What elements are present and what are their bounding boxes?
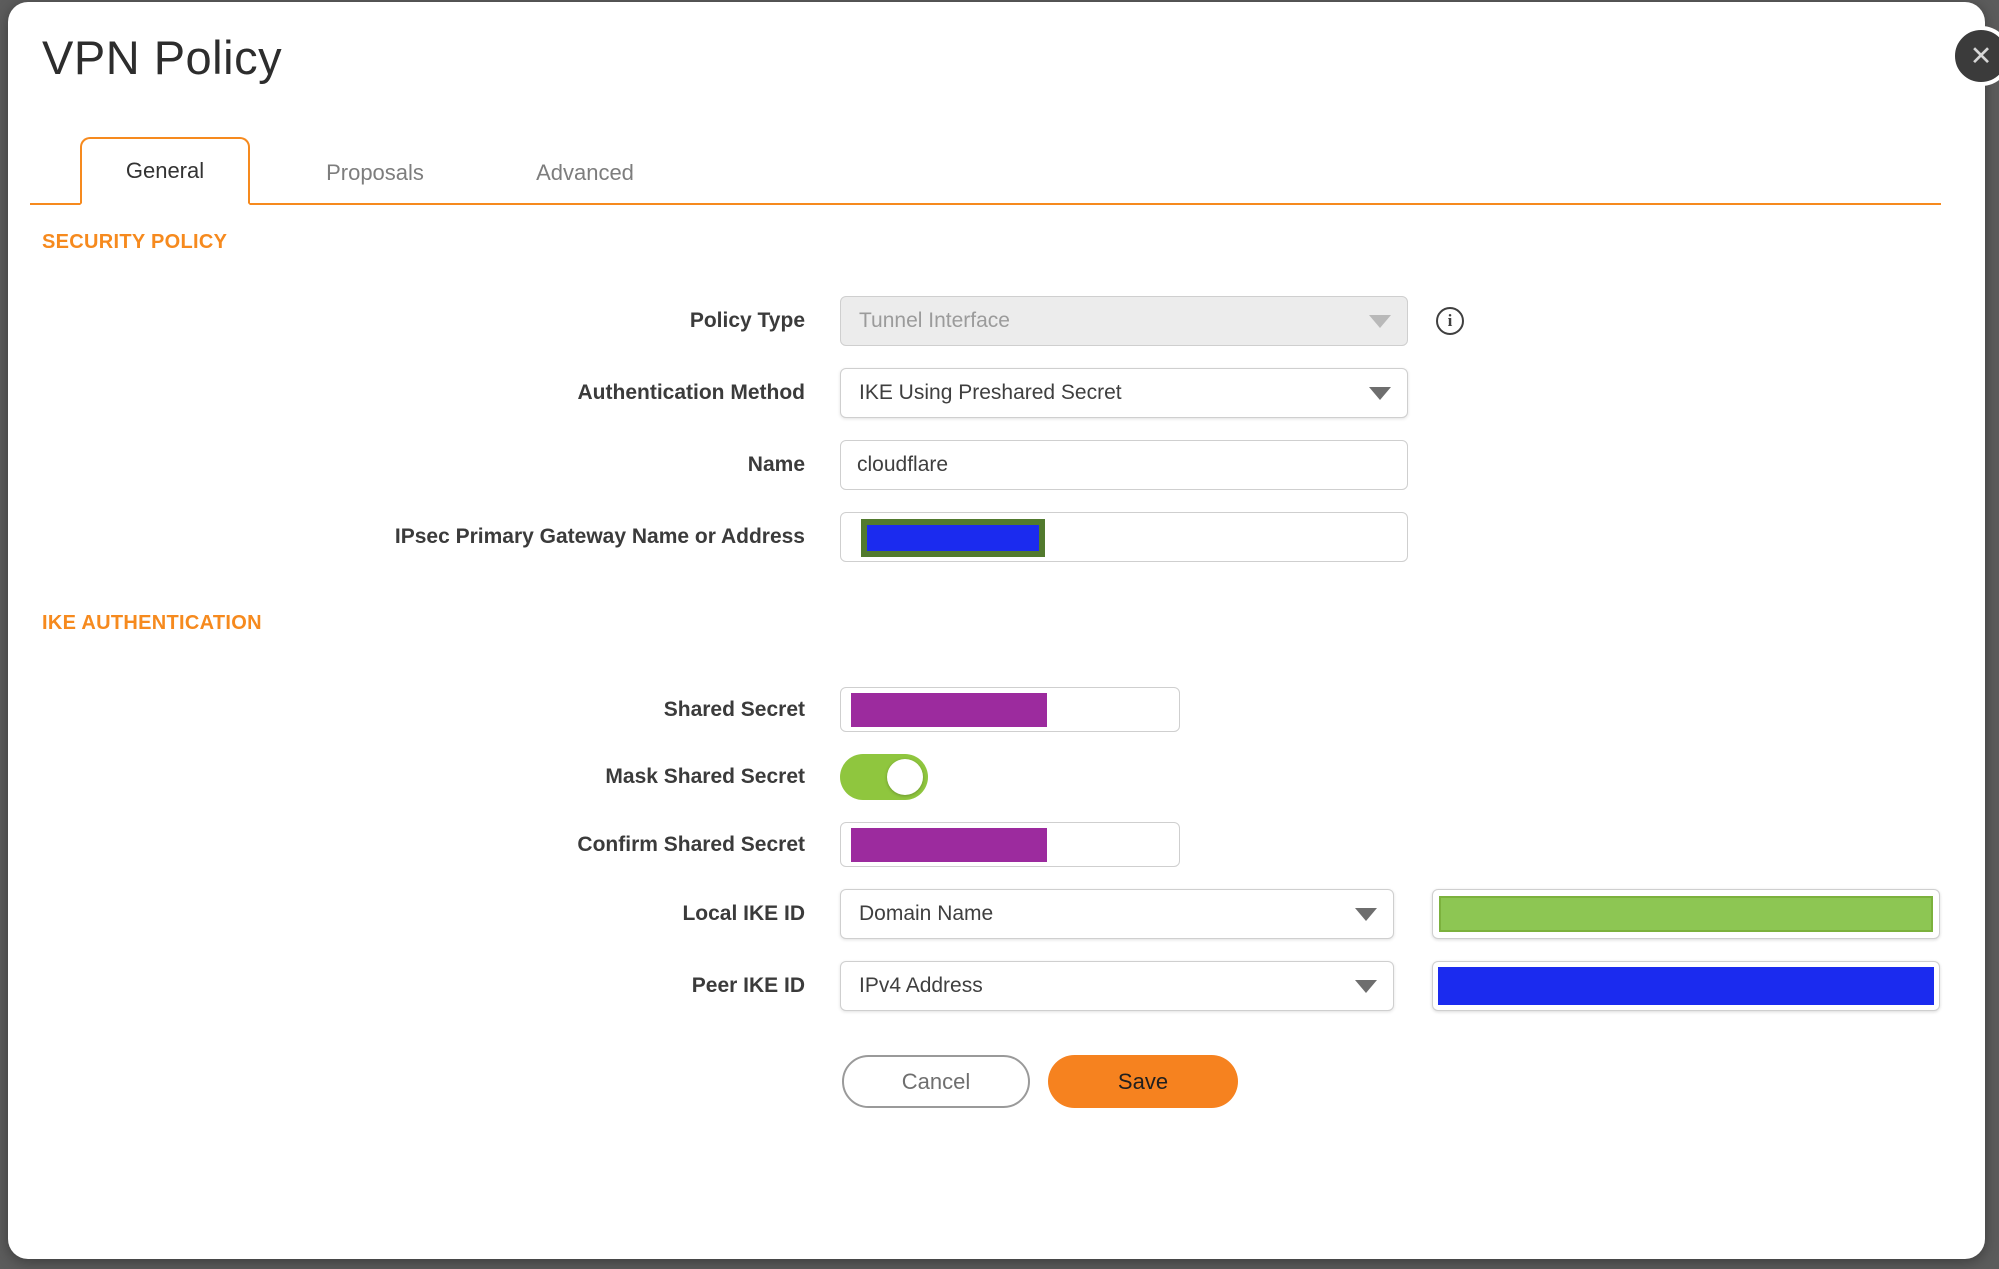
peer-ike-id-row: Peer IKE ID IPv4 Address [8, 961, 1985, 1011]
gateway-control [840, 512, 1408, 562]
tab-proposals[interactable]: Proposals [290, 141, 460, 205]
peer-ike-id-control: IPv4 Address [840, 961, 1940, 1011]
gateway-redacted-value [861, 519, 1045, 557]
cancel-button[interactable]: Cancel [842, 1055, 1030, 1108]
caret-down-icon [1369, 315, 1391, 328]
peer-ike-id-redacted-value [1438, 967, 1934, 1005]
save-button[interactable]: Save [1048, 1055, 1238, 1108]
peer-ike-id-label: Peer IKE ID [691, 974, 805, 997]
shared-secret-label: Shared Secret [663, 697, 805, 721]
auth-method-control: IKE Using Preshared Secret [840, 368, 1408, 418]
local-ike-id-row: Local IKE ID Domain Name [8, 889, 1985, 939]
tab-bar: General Proposals Advanced [30, 135, 1941, 205]
shared-secret-row: Shared Secret [8, 687, 1985, 732]
local-ike-id-type-select[interactable]: Domain Name [840, 889, 1394, 939]
name-label: Name [747, 453, 805, 476]
dialog-actions: Cancel Save [842, 1055, 1985, 1108]
auth-method-select[interactable]: IKE Using Preshared Secret [840, 368, 1408, 418]
security-policy-heading: SECURITY POLICY [42, 231, 228, 253]
policy-type-label: Policy Type [689, 309, 805, 332]
close-icon: ✕ [1969, 40, 1993, 71]
confirm-shared-secret-control [840, 822, 1180, 867]
auth-method-label: Authentication Method [577, 381, 805, 404]
gateway-input[interactable] [840, 512, 1408, 562]
caret-down-icon [1369, 387, 1391, 400]
policy-type-select: Tunnel Interface [840, 296, 1408, 346]
confirm-shared-secret-row: Confirm Shared Secret [8, 822, 1985, 867]
local-ike-id-control: Domain Name [840, 889, 1940, 939]
gateway-row: IPsec Primary Gateway Name or Address [8, 512, 1985, 562]
auth-method-value: IKE Using Preshared Secret [859, 381, 1122, 404]
policy-type-control: Tunnel Interface i [840, 296, 1464, 346]
name-control [840, 440, 1408, 490]
local-ike-id-redacted-value [1439, 896, 1933, 932]
mask-shared-secret-label: Mask Shared Secret [605, 765, 805, 788]
ike-authentication-form: Shared Secret Mask Shared Secret Confirm… [8, 687, 1985, 1108]
caret-down-icon [1355, 980, 1377, 993]
peer-ike-id-type-value: IPv4 Address [859, 974, 983, 997]
auth-method-row: Authentication Method IKE Using Preshare… [8, 368, 1985, 418]
toggle-knob [887, 759, 923, 795]
confirm-shared-secret-input[interactable] [840, 822, 1180, 867]
local-ike-id-type-value: Domain Name [859, 902, 994, 925]
name-input[interactable] [840, 440, 1408, 490]
confirm-shared-secret-label: Confirm Shared Secret [577, 832, 805, 856]
mask-shared-secret-row: Mask Shared Secret [8, 754, 1985, 800]
caret-down-icon [1355, 908, 1377, 921]
gateway-label: IPsec Primary Gateway Name or Address [394, 525, 805, 548]
mask-shared-secret-control [840, 754, 928, 800]
vpn-policy-dialog: VPN Policy General Proposals Advanced SE… [8, 2, 1985, 1259]
peer-ike-id-type-select[interactable]: IPv4 Address [840, 961, 1394, 1011]
info-icon[interactable]: i [1436, 307, 1464, 335]
peer-ike-id-input[interactable] [1432, 961, 1940, 1011]
mask-shared-secret-toggle[interactable] [840, 754, 928, 800]
tab-general[interactable]: General [80, 137, 250, 205]
local-ike-id-label: Local IKE ID [682, 902, 805, 925]
confirm-shared-secret-redacted-value [851, 828, 1047, 862]
ike-authentication-heading: IKE AUTHENTICATION [42, 612, 262, 634]
local-ike-id-input[interactable] [1432, 889, 1940, 939]
security-policy-form: Policy Type Tunnel Interface i Authentic… [8, 296, 1985, 562]
shared-secret-redacted-value [851, 693, 1047, 727]
shared-secret-input[interactable] [840, 687, 1180, 732]
tab-advanced[interactable]: Advanced [500, 141, 670, 205]
shared-secret-control [840, 687, 1180, 732]
policy-type-row: Policy Type Tunnel Interface i [8, 296, 1985, 346]
name-row: Name [8, 440, 1985, 490]
dialog-title: VPN Policy [42, 31, 283, 84]
policy-type-value: Tunnel Interface [859, 309, 1010, 332]
